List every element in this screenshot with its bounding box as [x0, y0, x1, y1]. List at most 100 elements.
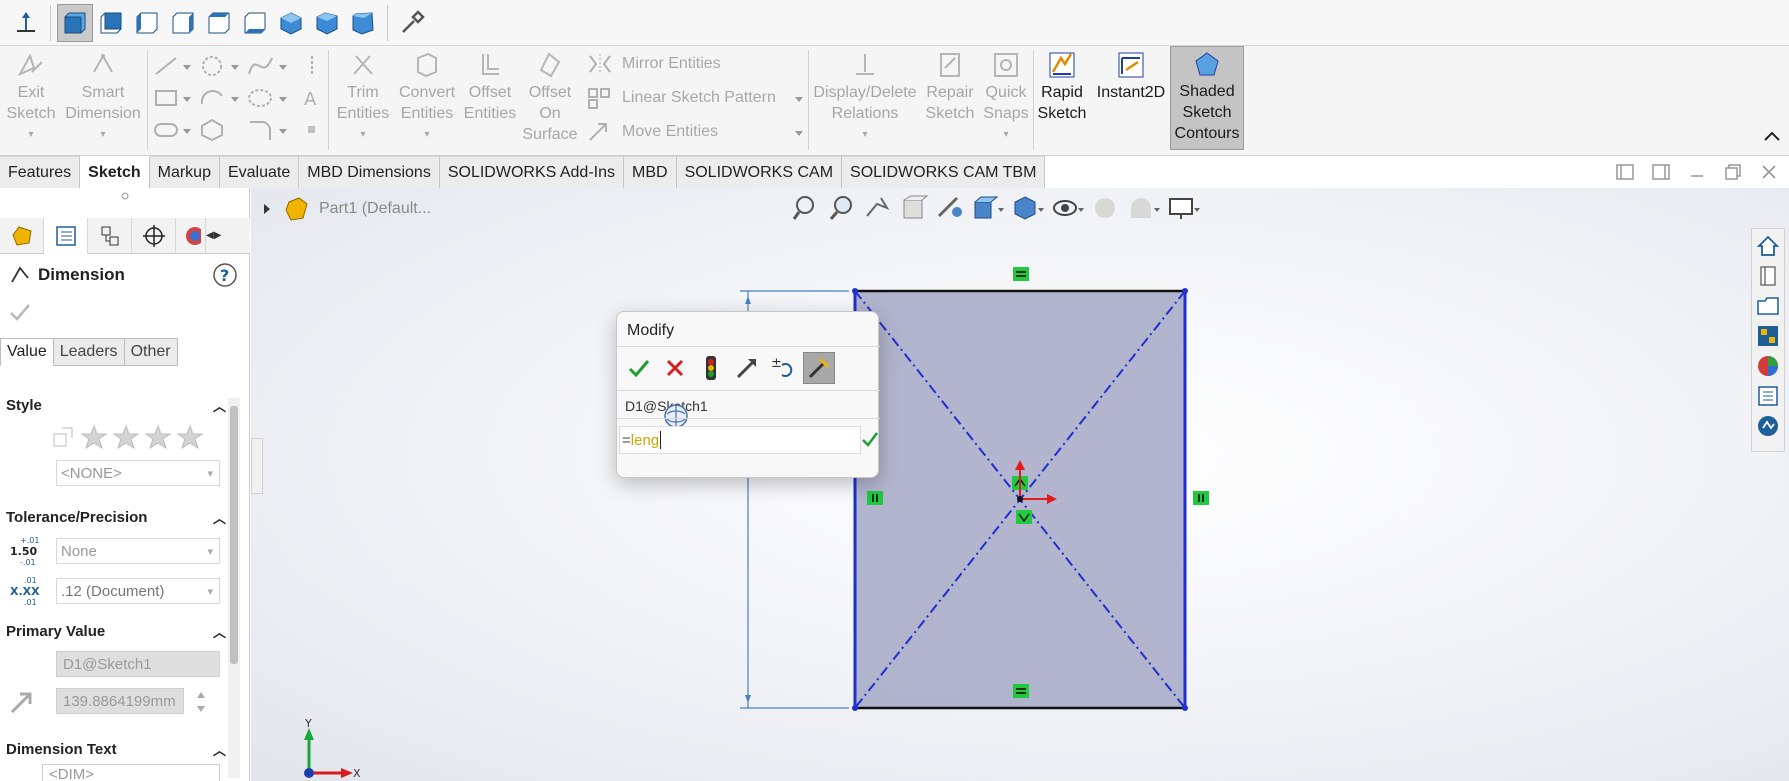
collapse-ribbon-icon[interactable]	[1762, 126, 1782, 150]
move-entities-button[interactable]: Move Entities	[586, 120, 718, 144]
panel-left-icon[interactable]	[1612, 160, 1638, 184]
tab-mbd[interactable]: MBD	[624, 156, 677, 188]
reverse-sense-icon[interactable]	[731, 352, 763, 384]
view-palette-icon[interactable]	[1755, 323, 1781, 349]
left-view-icon[interactable]	[129, 4, 165, 42]
horizontal-relation-icon[interactable]	[1013, 684, 1029, 698]
quick-snaps-button[interactable]: Quick Snaps ▾	[980, 50, 1032, 145]
dropdown-arrow-icon[interactable]	[230, 54, 240, 82]
instant2d-button[interactable]: Instant2D	[1092, 50, 1170, 103]
ok-check-icon[interactable]	[8, 300, 32, 328]
tab-value[interactable]: Value	[0, 338, 54, 366]
design-library-icon[interactable]	[1755, 263, 1781, 289]
tab-solidworks-cam-tbm[interactable]: SOLIDWORKS CAM TBM	[842, 156, 1046, 188]
dropdown-arrow-icon[interactable]	[230, 86, 240, 114]
bottom-view-icon[interactable]	[237, 4, 273, 42]
front-view-icon[interactable]	[57, 3, 93, 42]
construction-geometry-icon[interactable]	[302, 54, 322, 82]
wrench-icon[interactable]	[394, 4, 430, 42]
apply-style-icon[interactable]	[50, 424, 76, 450]
help-icon[interactable]: ?	[212, 262, 238, 292]
ellipse-icon[interactable]	[246, 86, 276, 114]
file-explorer-icon[interactable]	[1755, 293, 1781, 319]
home-icon[interactable]	[1755, 233, 1781, 259]
configuration-manager-tab-icon[interactable]	[88, 218, 132, 254]
panel-scrollbar[interactable]	[228, 398, 240, 778]
panel-splitter[interactable]	[0, 188, 250, 204]
offset-entities-button[interactable]: Offset Entities	[462, 50, 518, 124]
dropdown-arrow-icon[interactable]	[182, 54, 192, 82]
add-style-icon[interactable]	[80, 424, 108, 450]
precision-dropdown[interactable]: .12 (Document) ▾	[56, 578, 220, 604]
display-delete-relations-button[interactable]: Display/Delete Relations ▾	[812, 50, 918, 145]
spinner-icon[interactable]	[194, 686, 208, 722]
dropdown-arrow-icon[interactable]	[182, 86, 192, 114]
sketch-canvas[interactable]: Y X	[251, 188, 1789, 781]
dimension-value-input[interactable]: = leng	[619, 426, 861, 454]
arc-icon[interactable]	[198, 86, 228, 114]
increment-icon[interactable]: ±	[767, 352, 799, 384]
primary-dimension-name-field[interactable]: D1@Sketch1	[56, 651, 220, 677]
vertical-relation-icon[interactable]	[867, 491, 883, 505]
tab-solidworks-cam[interactable]: SOLIDWORKS CAM	[676, 156, 843, 188]
style-section-header[interactable]: Style ︿	[6, 396, 226, 415]
tab-features[interactable]: Features	[0, 156, 81, 188]
input-check-icon[interactable]	[861, 428, 879, 454]
dropdown-arrow-icon[interactable]	[182, 118, 192, 146]
update-style-icon[interactable]	[112, 424, 140, 450]
rapid-sketch-button[interactable]: Rapid Sketch	[1036, 50, 1088, 124]
dimension-text-field[interactable]: <DIM>	[42, 764, 220, 781]
mark-for-drawing-icon[interactable]	[803, 352, 835, 384]
isometric-view-icon[interactable]	[273, 4, 309, 42]
trimetric-view-icon[interactable]	[309, 4, 345, 42]
smart-dimension-button[interactable]: Smart Dimension ▾	[62, 50, 144, 145]
shaded-sketch-contours-button[interactable]: Shaded Sketch Contours	[1170, 46, 1244, 150]
display-manager-tab-icon[interactable]	[176, 218, 206, 254]
save-style-icon[interactable]	[176, 424, 204, 450]
spline-icon[interactable]	[246, 54, 276, 82]
tab-scroll-arrows-icon[interactable]: ◀▶	[206, 218, 221, 253]
offset-on-surface-button[interactable]: Offset On Surface	[522, 50, 578, 145]
close-icon[interactable]	[1756, 160, 1782, 184]
right-view-icon[interactable]	[165, 4, 201, 42]
slot-icon[interactable]	[152, 118, 182, 146]
style-dropdown[interactable]: <NONE> ▾	[56, 460, 220, 486]
top-view-icon[interactable]	[201, 4, 237, 42]
dropdown-arrow-icon[interactable]	[278, 86, 288, 114]
repair-sketch-button[interactable]: Repair Sketch	[922, 50, 978, 124]
scrollbar-thumb[interactable]	[230, 406, 238, 664]
appearances-icon[interactable]	[1755, 353, 1781, 379]
midpoint-relation-icon[interactable]	[1016, 510, 1032, 524]
point-icon[interactable]	[304, 120, 320, 144]
trim-entities-button[interactable]: Trim Entities ▾	[334, 50, 392, 145]
linear-sketch-pattern-button[interactable]: Linear Sketch Pattern	[586, 86, 776, 110]
panel-right-icon[interactable]	[1648, 160, 1674, 184]
tab-sketch[interactable]: Sketch	[80, 156, 150, 188]
dropdown-arrow-icon[interactable]	[278, 118, 288, 146]
delete-style-icon[interactable]	[144, 424, 172, 450]
convert-entities-button[interactable]: Convert Entities ▾	[396, 50, 458, 145]
rectangle-icon[interactable]	[152, 86, 182, 114]
property-manager-tab-icon[interactable]	[44, 218, 88, 254]
vertical-relation-icon[interactable]	[1193, 491, 1209, 505]
dimxpert-manager-tab-icon[interactable]	[132, 218, 176, 254]
tab-solidworks-add-ins[interactable]: SOLIDWORKS Add-Ins	[439, 156, 624, 188]
tab-mbd-dimensions[interactable]: MBD Dimensions	[299, 156, 440, 188]
restore-icon[interactable]	[1720, 160, 1746, 184]
mirror-entities-button[interactable]: Mirror Entities	[586, 52, 721, 76]
tab-evaluate[interactable]: Evaluate	[219, 156, 300, 188]
text-icon[interactable]: A	[300, 86, 324, 114]
back-view-icon[interactable]	[93, 4, 129, 42]
circle-icon[interactable]	[198, 54, 228, 82]
line-icon[interactable]	[152, 54, 182, 82]
dropdown-arrow-icon[interactable]	[278, 54, 288, 82]
minimize-icon[interactable]	[1684, 160, 1710, 184]
feature-manager-tab-icon[interactable]	[0, 218, 44, 254]
fillet-icon[interactable]	[246, 118, 276, 146]
horizontal-relation-icon[interactable]	[1013, 267, 1029, 281]
cancel-x-icon[interactable]	[659, 352, 691, 384]
ok-check-icon[interactable]	[623, 352, 655, 384]
tolerance-section-header[interactable]: Tolerance/Precision ︿	[6, 508, 226, 527]
custom-properties-icon[interactable]	[1755, 383, 1781, 409]
solidworks-resources-icon[interactable]	[1755, 413, 1781, 439]
